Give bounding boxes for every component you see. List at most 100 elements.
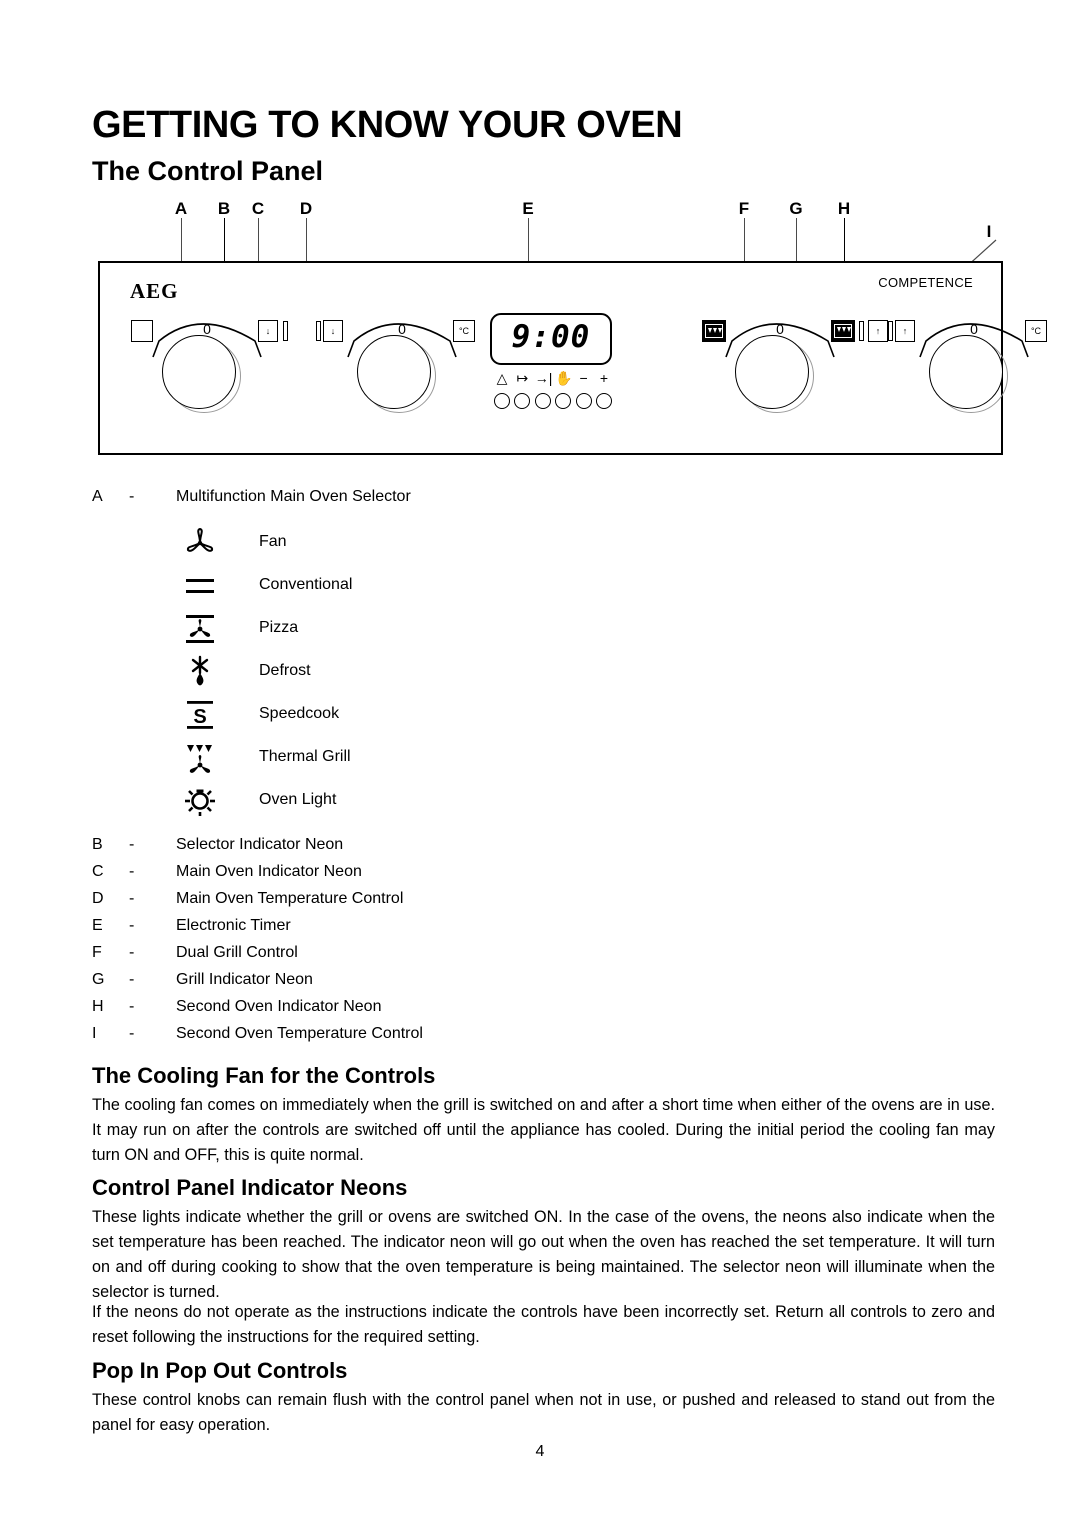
celsius-box: °C [1025,320,1047,342]
list-item: Fan [172,523,672,566]
down-arrow-icon: ↓ [330,325,336,336]
legend-text: Main Oven Temperature Control [176,890,404,907]
function-label: Defrost [259,662,311,679]
knob-main-oven-temperature[interactable] [357,335,431,409]
timer-button-row [494,393,612,409]
bell-icon: △ [496,370,508,386]
timer-button-manual[interactable] [555,393,572,409]
knob-multifunction[interactable] [162,335,236,409]
legend-text: Grill Indicator Neon [176,971,313,988]
list-item: Oven Light [172,781,672,824]
legend-dash: - [129,863,135,880]
legend-row-d: D - Main Oven Temperature Control [92,890,992,917]
legend-dash: - [129,488,135,505]
legend-row-i: I - Second Oven Temperature Control [92,1025,992,1052]
legend-text: Main Oven Indicator Neon [176,863,362,880]
callout-letter-e: E [522,199,534,218]
oven-light-icon [172,781,228,821]
list-item: Conventional [172,566,672,609]
control-panel-diagram: AEG COMPETENCE 0 ↓ ↓ 0 °C 9:00 △ ↦ →| ✋ … [98,261,1047,455]
callout-letter-b: B [217,199,231,218]
main-oven-indicator-neon [316,321,321,341]
pizza-icon [172,609,228,649]
function-label: Conventional [259,576,353,593]
defrost-icon [172,652,228,692]
timer-button-end-time[interactable] [534,393,551,409]
celsius-box: °C [453,320,475,342]
legend-text: Second Oven Temperature Control [176,1025,423,1042]
legend-dash: - [129,917,135,934]
up-arrow-icon: ↑ [875,325,881,336]
single-grill-glyph [834,324,852,338]
section-body-pop-in-pop-out: These control knobs can remain flush wit… [92,1391,995,1434]
legend-row-a: A - Multifunction Main Oven Selector [92,488,992,515]
legend-letter: A [92,488,103,505]
list-item: Defrost [172,652,672,695]
function-label: Pizza [259,619,299,636]
second-oven-indicator-neon [888,321,893,341]
list-item: S Speedcook [172,695,672,738]
main-oven-down-arrow-box: ↓ [258,320,278,342]
legend-row-e: E - Electronic Timer [92,917,992,944]
function-label: Speedcook [259,705,340,722]
hand-icon: ✋ [555,370,573,386]
section-body-indicator-neons: These lights indicate whether the grill … [92,1208,995,1301]
oven-function-symbol-list: Fan Conventional Pizza Defrost S Speedco… [172,523,672,824]
knob-second-oven-temperature[interactable] [929,335,1003,409]
conventional-icon [172,566,228,606]
callout-letter-c: C [251,199,265,218]
legend-row-h: H - Second Oven Indicator Neon [92,998,992,1025]
list-item: Thermal Grill [172,738,672,781]
legend-letter: E [92,917,103,934]
section-heading-pop-in-pop-out: Pop In Pop Out Controls [92,1358,348,1383]
legend-letter: F [92,944,102,961]
callout-legend-list: B - Selector Indicator Neon C - Main Ove… [92,836,992,1052]
legend-text: Multifunction Main Oven Selector [176,488,411,505]
callout-letter-a: A [174,199,188,218]
celsius-label: °C [458,325,470,336]
timer-button-cook-time[interactable] [514,393,531,409]
page-subtitle: The Control Panel [92,156,324,186]
plus-icon: + [599,370,609,386]
electronic-timer-group: 9:00 △ ↦ →| ✋ − + [490,313,620,423]
legend-dash: - [129,944,135,961]
legend-row-c: C - Main Oven Indicator Neon [92,863,992,890]
page-title: GETTING TO KNOW YOUR OVEN [92,104,683,146]
list-item: Pizza [172,609,672,652]
function-label: Fan [259,533,287,550]
arrow-into-bar-icon: →| [534,370,553,386]
section-body-indicator-neons-2: If the neons do not operate as the instr… [92,1303,995,1346]
legend-dash: - [129,836,135,853]
legend-row-b: B - Selector Indicator Neon [92,836,992,863]
thermal-grill-icon [172,738,228,778]
arrow-to-bar-icon: ↦ [516,370,529,386]
minus-icon: − [579,370,588,386]
legend-letter: H [92,998,104,1015]
timer-button-minus[interactable] [575,393,592,409]
legend-letter: G [92,971,105,988]
down-arrow-icon: ↓ [265,325,271,336]
multifunction-selector-group: 0 ↓ [131,311,345,431]
legend-letter: B [92,836,103,853]
timer-button-bell[interactable] [494,393,510,409]
callout-letter-d: D [299,199,313,218]
section-heading-cooling-fan: The Cooling Fan for the Controls [92,1063,436,1088]
legend-dash: - [129,890,135,907]
svg-text:S: S [193,706,206,728]
legend-letter: D [92,890,104,907]
legend-letter: C [92,863,104,880]
legend-text: Dual Grill Control [176,944,298,961]
legend-text: Second Oven Indicator Neon [176,998,382,1015]
page-number: 4 [535,1443,545,1460]
grill-indicator-neon [859,321,864,341]
section-heading-indicator-neons: Control Panel Indicator Neons [92,1175,408,1200]
callout-letter-h: H [837,199,851,218]
legend-dash: - [129,998,135,1015]
function-label: Oven Light [259,791,337,808]
manual-page: GETTING TO KNOW YOUR OVEN The Control Pa… [0,0,1080,1528]
legend-dash: - [129,1025,135,1042]
timer-button-plus[interactable] [595,393,612,409]
legend-dash: - [129,971,135,988]
knob-dual-grill[interactable] [735,335,809,409]
celsius-label: °C [1030,325,1042,336]
